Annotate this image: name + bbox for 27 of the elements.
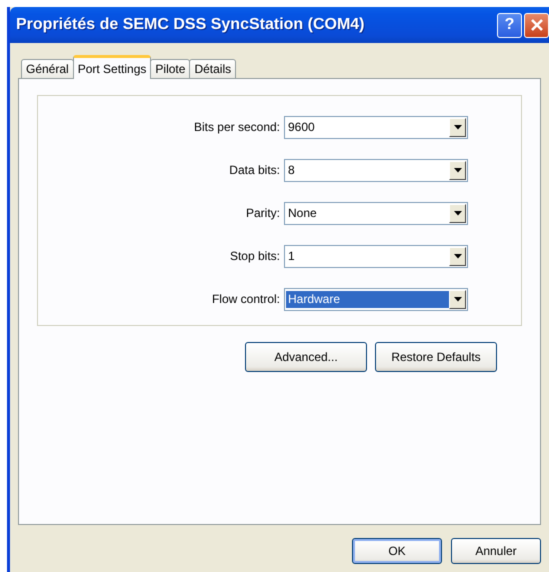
dropdown[interactable]: 8 — [284, 158, 468, 182]
dropdown-value: 9600 — [287, 118, 316, 136]
field-label: Stop bits: — [228, 249, 281, 263]
tab[interactable]: Pilote — [150, 59, 190, 79]
window-title: Propriétés de SEMC DSS SyncStation (COM4) — [16, 16, 366, 34]
panel-button[interactable]: Advanced... — [245, 342, 367, 372]
close-icon — [528, 17, 544, 33]
field-label: Bits per second: — [192, 120, 281, 134]
field-label: Parity: — [244, 206, 281, 220]
field-label: Data bits: — [228, 163, 281, 177]
dropdown[interactable]: None — [284, 202, 468, 224]
panel-button[interactable]: Restore Defaults — [375, 342, 497, 372]
tab[interactable]: Général — [21, 59, 74, 79]
help-button[interactable]: ? — [497, 12, 522, 38]
dropdown[interactable]: 9600 — [284, 116, 468, 138]
dialog-button[interactable]: OK — [352, 538, 442, 564]
dropdown-value: Hardware — [286, 290, 449, 308]
tab[interactable]: Détails — [189, 59, 236, 79]
dropdown[interactable]: Hardware — [284, 288, 468, 310]
dropdown-value: 1 — [287, 248, 296, 264]
dropdown-value: None — [287, 204, 318, 222]
field-label: Flow control: — [210, 292, 281, 306]
close-button[interactable] — [524, 12, 549, 38]
dropdown[interactable]: 1 — [284, 244, 468, 268]
dropdown-value: 8 — [287, 162, 296, 178]
tab[interactable]: Port Settings — [72, 55, 152, 79]
dialog-button[interactable]: Annuler — [451, 538, 541, 564]
